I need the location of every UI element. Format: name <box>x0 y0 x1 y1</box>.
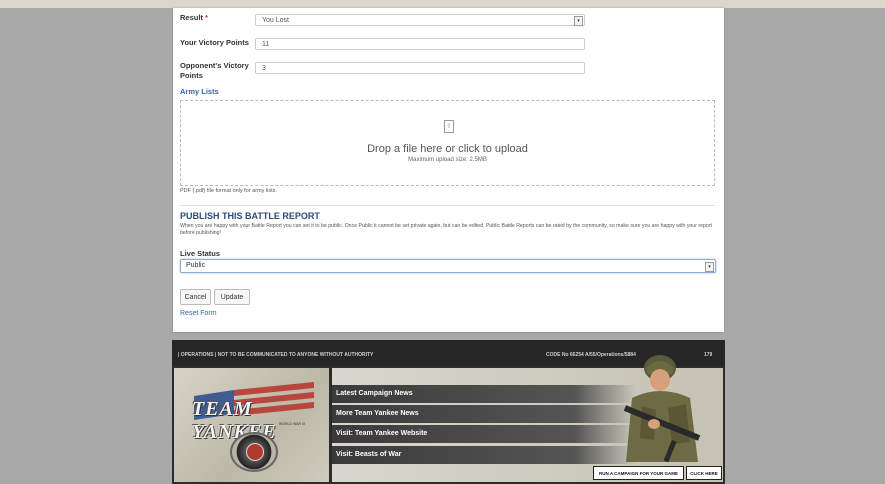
live-status-label: Live Status <box>180 249 221 258</box>
your-vp-label: Your Victory Points <box>180 38 249 47</box>
file-upload-icon: ▯ <box>444 120 454 133</box>
army-lists-heading: Army Lists <box>180 87 219 96</box>
publish-title: PUBLISH THIS BATTLE REPORT <box>180 211 320 221</box>
campaign-footer: | OPERATIONS | NOT TO BE COMMUNICATED TO… <box>172 340 725 484</box>
update-button[interactable]: Update <box>214 289 250 305</box>
your-vp-input[interactable]: 11 <box>255 38 585 50</box>
publish-description: When you are happy with your Battle Repo… <box>180 223 712 236</box>
result-label: Result * <box>180 13 208 22</box>
run-campaign-button[interactable]: RUN A CAMPAIGN FOR YOUR GAME <box>593 466 684 480</box>
dropzone-text: Drop a file here or click to upload <box>367 143 528 155</box>
max-upload-size: Maximum upload size: 2.5MB <box>408 157 487 163</box>
logo-subtitle: WORLD WAR III <box>279 422 305 426</box>
chevron-down-icon: ▾ <box>574 16 583 26</box>
soldier-illustration <box>623 355 701 463</box>
chevron-down-icon: ▾ <box>705 262 714 272</box>
link-more-team-yankee-news[interactable]: More Team Yankee News <box>332 405 636 423</box>
link-beasts-of-war[interactable]: Visit: Beasts of War <box>332 446 636 464</box>
file-format-hint: PDF (.pdf) file format only for army lis… <box>180 188 277 194</box>
section-divider <box>180 205 715 206</box>
result-value: You Lost <box>262 17 289 24</box>
file-dropzone[interactable]: ▯ Drop a file here or click to upload Ma… <box>180 100 715 186</box>
battlefront-emblem-icon <box>230 432 278 472</box>
opponent-vp-label: Opponent's Victory Points <box>180 61 249 80</box>
map-background: TEAM YANKEE WORLD WAR III <box>174 368 329 482</box>
link-latest-campaign-news[interactable]: Latest Campaign News <box>332 385 636 403</box>
link-team-yankee-website[interactable]: Visit: Team Yankee Website <box>332 425 636 443</box>
cancel-button[interactable]: Cancel <box>180 289 211 305</box>
opponent-vp-input[interactable]: 3 <box>255 62 585 74</box>
click-here-button[interactable]: CLICK HERE <box>686 466 722 480</box>
live-status-select[interactable]: Public ▾ <box>180 259 716 273</box>
reset-form-link[interactable]: Reset Form <box>180 310 217 317</box>
live-status-value: Public <box>186 262 206 269</box>
result-select[interactable]: You Lost ▾ <box>255 14 585 26</box>
top-banner-strip <box>0 0 885 8</box>
battle-report-form: Result * You Lost ▾ Your Victory Points … <box>173 8 724 332</box>
operations-text: | OPERATIONS | NOT TO BE COMMUNICATED TO… <box>178 352 374 358</box>
